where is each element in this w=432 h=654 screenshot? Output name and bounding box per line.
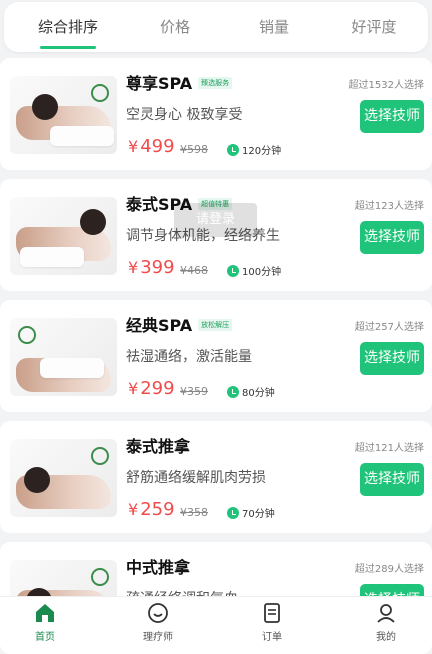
clock-icon <box>227 506 239 519</box>
service-card[interactable]: 尊享SPA 臻选服务 空灵身心 极致享受 ¥499 ¥598 120分钟 超过15… <box>0 58 432 170</box>
nav-home[interactable]: 首页 <box>5 597 85 645</box>
selection-count: 超过123人选择 <box>354 201 424 212</box>
duration: 80分钟 <box>227 384 275 399</box>
nav-label: 我的 <box>376 632 396 643</box>
service-description: 空灵身心 极致享受 <box>126 107 243 123</box>
tab-comprehensive[interactable]: 综合排序 <box>16 2 120 52</box>
service-tag: 臻选服务 <box>198 76 233 89</box>
service-price: ¥259 <box>128 499 175 520</box>
service-image <box>10 76 117 154</box>
order-icon <box>264 603 280 623</box>
selection-count: 超过257人选择 <box>354 322 424 333</box>
select-therapist-button[interactable]: 选择技师 <box>360 221 424 254</box>
brand-logo-icon <box>91 447 109 465</box>
login-toast: 请登录 <box>174 203 257 237</box>
nav-label: 首页 <box>35 632 55 643</box>
bottom-nav: 首页 理疗师 订单 我的 <box>0 596 432 645</box>
original-price: ¥598 <box>180 143 208 156</box>
original-price: ¥359 <box>180 385 208 398</box>
home-icon <box>36 604 54 622</box>
clock-icon <box>227 264 239 277</box>
service-image <box>10 197 117 275</box>
tab-label: 价格 <box>159 18 190 36</box>
duration: 100分钟 <box>227 263 281 278</box>
service-price: ¥499 <box>128 136 175 157</box>
nav-profile[interactable]: 我的 <box>346 597 426 645</box>
service-price: ¥299 <box>128 378 175 399</box>
tab-sales[interactable]: 销量 <box>222 2 326 52</box>
service-title: 尊享SPA 臻选服务 <box>126 70 233 94</box>
active-tab-underline <box>40 46 96 49</box>
selection-count: 超过121人选择 <box>354 443 424 454</box>
nav-therapist[interactable]: 理疗师 <box>118 597 198 645</box>
service-card[interactable]: 泰式推拿 舒筋通络缓解肌肉劳损 ¥259 ¥358 70分钟 超过121人选择 … <box>0 421 432 533</box>
service-card[interactable]: 经典SPA 放松解压 祛湿通络，激活能量 ¥299 ¥359 80分钟 超过257… <box>0 300 432 412</box>
duration: 120分钟 <box>227 142 281 157</box>
service-image <box>10 439 117 517</box>
service-image <box>10 318 117 396</box>
tab-price[interactable]: 价格 <box>123 2 227 52</box>
nav-orders[interactable]: 订单 <box>232 597 312 645</box>
service-title: 经典SPA 放松解压 <box>126 312 233 336</box>
select-therapist-button[interactable]: 选择技师 <box>360 100 424 133</box>
brand-logo-icon <box>91 568 109 586</box>
brand-logo-icon <box>18 326 36 344</box>
tab-label: 销量 <box>258 18 289 36</box>
therapist-icon <box>148 603 168 623</box>
top-bar: 综合排序 价格 销量 好评度 <box>0 0 432 56</box>
select-therapist-button[interactable]: 选择技师 <box>360 463 424 496</box>
tab-rating[interactable]: 好评度 <box>322 2 426 52</box>
profile-icon <box>377 604 395 623</box>
clock-icon <box>227 385 239 398</box>
brand-logo-icon <box>91 84 109 102</box>
select-therapist-button[interactable]: 选择技师 <box>360 342 424 375</box>
sort-tabs: 综合排序 价格 销量 好评度 <box>4 2 428 52</box>
service-price: ¥399 <box>128 257 175 278</box>
service-description: 舒筋通络缓解肌肉劳损 <box>126 470 266 486</box>
duration: 70分钟 <box>227 505 275 520</box>
service-title: 中式推拿 <box>126 558 191 577</box>
original-price: ¥358 <box>180 506 208 519</box>
clock-icon <box>227 143 239 156</box>
nav-label: 理疗师 <box>143 632 173 643</box>
service-title: 泰式推拿 <box>126 437 191 456</box>
service-description: 祛湿通络，激活能量 <box>126 349 252 365</box>
original-price: ¥468 <box>180 264 208 277</box>
selection-count: 超过1532人选择 <box>348 80 424 91</box>
service-tag: 放松解压 <box>198 318 233 331</box>
nav-label: 订单 <box>262 632 282 643</box>
selection-count: 超过289人选择 <box>354 564 424 575</box>
tab-label: 综合排序 <box>37 18 98 36</box>
tab-label: 好评度 <box>351 18 397 36</box>
